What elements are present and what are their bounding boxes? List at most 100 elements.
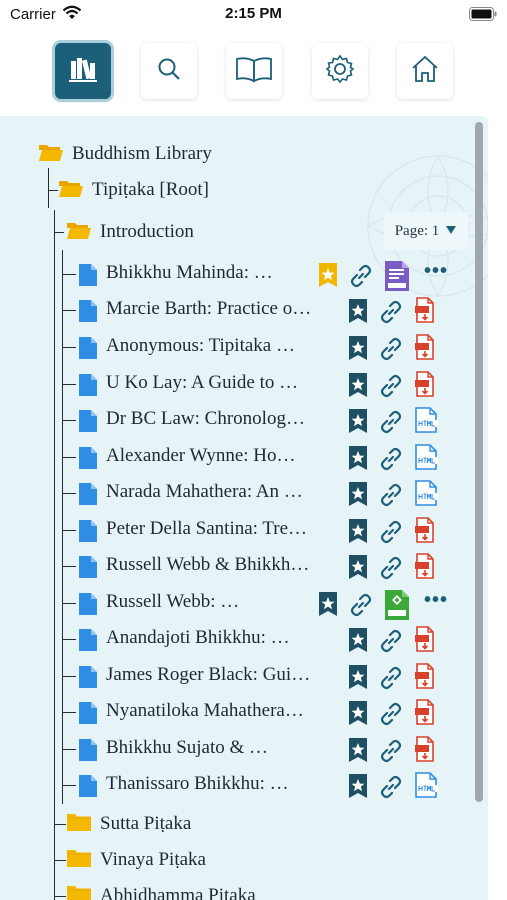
document-row[interactable]: James Roger Black: Gui… — [62, 660, 474, 695]
document-row[interactable]: Peter Della Santina: Tre… — [62, 514, 474, 549]
tree-scrollbar[interactable] — [475, 122, 483, 802]
more-options-icon[interactable]: ••• — [424, 589, 448, 612]
document-row[interactable]: Russell Webb: … ••• — [62, 587, 474, 622]
bookmark-star-icon[interactable] — [348, 372, 368, 403]
document-title[interactable]: Thanissaro Bhikkhu: … — [106, 773, 344, 795]
document-title[interactable]: Russell Webb: … — [106, 591, 344, 613]
document-row[interactable]: Nyanatiloka Mahathera… — [62, 696, 474, 731]
bookmark-star-icon[interactable] — [348, 664, 368, 695]
html-file-icon[interactable] — [414, 771, 440, 804]
home-button[interactable] — [397, 43, 453, 99]
document-title[interactable]: Russell Webb & Bhikkh… — [106, 554, 344, 576]
link-icon[interactable] — [377, 664, 405, 697]
document-row[interactable]: Marcie Barth: Practice o… — [62, 294, 474, 329]
bookmark-star-icon[interactable] — [348, 737, 368, 768]
library-button[interactable] — [55, 43, 111, 99]
html-file-icon[interactable] — [414, 479, 440, 512]
document-row[interactable]: Thanissaro Bhikkhu: … — [62, 769, 474, 804]
link-icon[interactable] — [377, 408, 405, 441]
page-selector[interactable]: Page: 1 — [384, 212, 468, 250]
open-folder-icon — [58, 178, 84, 203]
document-row[interactable]: Bhikkhu Mahinda: … ••• — [62, 258, 474, 293]
folder-buddhism-library[interactable]: Buddhism Library — [38, 138, 212, 170]
document-row[interactable]: U Ko Lay: A Guide to … — [62, 368, 474, 403]
tree-connector — [62, 347, 76, 348]
subfolder-row[interactable]: Sutta Piṭaka — [66, 808, 191, 840]
pdf-file-icon[interactable] — [414, 333, 436, 366]
document-row[interactable]: Anonymous: Tipitaka … — [62, 331, 474, 366]
link-icon[interactable] — [347, 262, 375, 295]
document-title[interactable]: Bhikkhu Sujato & … — [106, 737, 344, 759]
tree-connector — [62, 457, 76, 458]
link-icon[interactable] — [377, 481, 405, 514]
folder-label: Tipiṭaka [Root] — [92, 179, 209, 200]
document-title[interactable]: Narada Mahathera: An … — [106, 481, 344, 503]
pdf-file-icon[interactable] — [414, 735, 436, 768]
settings-button[interactable] — [312, 43, 368, 99]
folder-tipitaka[interactable]: Tipiṭaka [Root] — [58, 174, 209, 206]
document-title[interactable]: Peter Della Santina: Tre… — [106, 518, 344, 540]
subfolder-row[interactable]: Vinaya Piṭaka — [66, 844, 206, 876]
document-title[interactable]: Bhikkhu Mahinda: … — [106, 262, 344, 284]
link-icon[interactable] — [377, 445, 405, 478]
bookmark-star-icon[interactable] — [348, 445, 368, 476]
pdf-file-icon[interactable] — [414, 625, 436, 658]
bookmark-star-icon[interactable] — [348, 408, 368, 439]
bookmark-star-icon[interactable] — [348, 518, 368, 549]
pdf-file-icon[interactable] — [414, 370, 436, 403]
html-file-icon[interactable] — [414, 406, 440, 439]
document-row[interactable]: Anandajoti Bhikkhu: … — [62, 623, 474, 658]
document-row[interactable]: Dr BC Law: Chronolog… — [62, 404, 474, 439]
document-title[interactable]: James Roger Black: Gui… — [106, 664, 344, 686]
search-button[interactable] — [141, 43, 197, 99]
link-icon[interactable] — [377, 700, 405, 733]
document-icon — [78, 299, 98, 328]
document-row[interactable]: Narada Mahathera: An … — [62, 477, 474, 512]
pdf-file-icon[interactable] — [414, 516, 436, 549]
document-row[interactable]: Bhikkhu Sujato & … — [62, 733, 474, 768]
document-icon — [78, 628, 98, 657]
bookmark-star-icon[interactable] — [348, 773, 368, 804]
pdf-file-icon[interactable] — [414, 296, 436, 329]
bookmark-star-icon[interactable] — [318, 591, 338, 622]
toolbar — [0, 40, 507, 100]
tree-connector — [54, 860, 66, 861]
document-title[interactable]: U Ko Lay: A Guide to … — [106, 372, 344, 394]
link-icon[interactable] — [377, 298, 405, 331]
link-icon[interactable] — [377, 372, 405, 405]
bookmark-star-active-icon[interactable] — [318, 262, 338, 293]
document-row[interactable]: Russell Webb & Bhikkh… — [62, 550, 474, 585]
bookmark-star-icon[interactable] — [348, 481, 368, 512]
document-row[interactable]: Alexander Wynne: Ho… — [62, 441, 474, 476]
folder-introduction[interactable]: Introduction — [66, 216, 194, 248]
pdf-file-icon[interactable] — [414, 698, 436, 731]
html-file-icon[interactable] — [414, 443, 440, 476]
bookmark-star-icon[interactable] — [348, 335, 368, 366]
pdf-file-icon[interactable] — [414, 662, 436, 695]
document-title[interactable]: Anandajoti Bhikkhu: … — [106, 627, 344, 649]
link-icon[interactable] — [377, 737, 405, 770]
reader-button[interactable] — [226, 43, 282, 99]
link-icon[interactable] — [377, 773, 405, 806]
link-icon[interactable] — [347, 591, 375, 624]
tree-connector — [54, 232, 64, 233]
bookmark-star-icon[interactable] — [348, 700, 368, 731]
document-title[interactable]: Alexander Wynne: Ho… — [106, 445, 344, 467]
document-title[interactable]: Dr BC Law: Chronolog… — [106, 408, 344, 430]
document-title[interactable]: Nyanatiloka Mahathera… — [106, 700, 344, 722]
bookmark-star-icon[interactable] — [348, 554, 368, 585]
link-icon[interactable] — [377, 518, 405, 551]
document-title[interactable]: Marcie Barth: Practice o… — [106, 298, 344, 320]
link-icon[interactable] — [377, 627, 405, 660]
subfolder-row[interactable]: Abhidhamma Piṭaka — [66, 880, 256, 900]
link-icon[interactable] — [377, 335, 405, 368]
pdf-file-icon[interactable] — [414, 552, 436, 585]
bookmark-star-icon[interactable] — [348, 298, 368, 329]
document-title[interactable]: Anonymous: Tipitaka … — [106, 335, 344, 357]
link-icon[interactable] — [377, 554, 405, 587]
more-options-icon[interactable]: ••• — [424, 260, 448, 283]
open-folder-icon — [66, 220, 92, 245]
azw3-file-icon[interactable] — [384, 260, 410, 297]
epub-file-icon[interactable] — [384, 589, 410, 626]
bookmark-star-icon[interactable] — [348, 627, 368, 658]
